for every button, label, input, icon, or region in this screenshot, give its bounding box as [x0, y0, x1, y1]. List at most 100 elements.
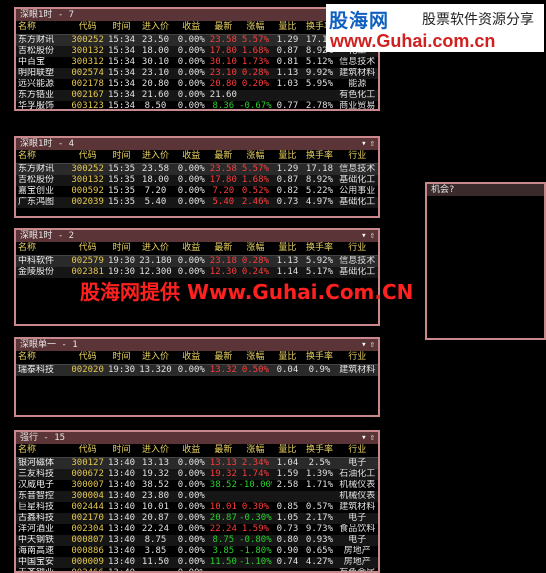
- table-row[interactable]: 东方锆业 002167 15:34 21.60 0.00% 21.60 有色化工: [16, 90, 378, 101]
- column-header[interactable]: 代码: [68, 21, 107, 35]
- column-header[interactable]: 涨幅: [238, 351, 273, 365]
- column-header[interactable]: 量比: [272, 21, 303, 35]
- entry-time: 15:34: [106, 90, 137, 101]
- column-header[interactable]: 量比: [272, 242, 303, 256]
- column-header[interactable]: 量比: [272, 351, 303, 365]
- column-header[interactable]: 涨幅: [238, 444, 273, 458]
- table-row[interactable]: 明阳联塑 002574 15:34 23.10 0.00% 23.10 0.28% 1.13 9…: [16, 68, 378, 79]
- column-header[interactable]: 名称: [16, 21, 69, 35]
- column-header[interactable]: 名称: [16, 444, 69, 458]
- table-row[interactable]: 嘉宝创业 000592 15:35 7.20 0.00% 7.20 0.52% 0.82 5.2…: [16, 186, 378, 197]
- column-header[interactable]: 行业: [336, 150, 378, 164]
- panel-title-4[interactable]: 深眼单一 - 1 ▾ ⇧: [16, 339, 378, 351]
- entry-time: 15:34: [108, 79, 136, 89]
- close-icon[interactable]: ⇧: [370, 433, 375, 443]
- column-header[interactable]: 行业: [336, 444, 378, 458]
- panel-title-3[interactable]: 深眼1时 - 2 ▾ ⇧: [16, 230, 378, 242]
- table-row[interactable]: 洋河酒业 002304 13:40 22.24 0.00% 22.24 1.59% 0.73 9…: [16, 524, 378, 535]
- settings-icon[interactable]: ▾: [361, 139, 366, 149]
- column-header[interactable]: 代码: [68, 150, 107, 164]
- latest-price: 30.10: [209, 57, 237, 67]
- entry-time: 15:35: [106, 197, 137, 208]
- stock-name: 古鑫科技: [16, 513, 69, 524]
- panel-title-1[interactable]: 深眼1时 - 7 ▾⇧: [16, 9, 378, 21]
- table-row[interactable]: 瑞泰科技 002020 19:30 13.320 0.00% 13.32 0.50% 0.04…: [16, 364, 378, 376]
- column-header[interactable]: 行业: [336, 351, 378, 365]
- stock-table: 名称 代码 时间 进入价 收益 最新 涨幅 量比 换手率 行业 瑞泰科技 002020 19:30 13.…: [16, 351, 378, 376]
- column-header[interactable]: 涨幅: [238, 242, 273, 256]
- table-row[interactable]: 广东鸿图 002039 15:35 5.40 0.00% 5.40 2.46% 0.73 4.9…: [16, 197, 378, 208]
- column-header[interactable]: 换手率: [302, 351, 337, 365]
- column-header[interactable]: 代码: [68, 242, 107, 256]
- table-row[interactable]: 东方财讯 300252 15:34 23.50 0.00% 23.58 5.57% 1.29 1…: [16, 34, 378, 46]
- column-header[interactable]: 最新: [208, 444, 239, 458]
- close-icon[interactable]: ⇧: [370, 340, 375, 350]
- table-row[interactable]: 中百宝 300312 15:34 30.10 0.00% 30.10 1.73% 0.81 5.…: [16, 57, 378, 68]
- column-header[interactable]: 名称: [16, 351, 69, 365]
- column-header[interactable]: 进入价: [136, 150, 175, 164]
- column-header[interactable]: 行业: [336, 242, 378, 256]
- column-header[interactable]: 代码: [68, 351, 107, 365]
- table-row[interactable]: 三友科技 000672 13:40 19.32 0.00% 19.32 1.74% 1.59 1…: [16, 469, 378, 480]
- column-header[interactable]: 量比: [272, 150, 303, 164]
- table-row[interactable]: 吉松股份 300132 15:35 18.00 0.00% 17.80 1.68% 0.87 8…: [16, 175, 378, 186]
- table-row[interactable]: 远兴能源 002178 15:34 20.80 0.00% 20.80 0.20% 1.03 5…: [16, 79, 378, 90]
- column-header[interactable]: 代码: [68, 444, 107, 458]
- column-header[interactable]: 收益: [174, 242, 209, 256]
- column-header[interactable]: 换手率: [302, 242, 337, 256]
- table-row[interactable]: 巨星科技 002444 13:40 10.01 0.00% 10.01 0.30% 0.85 0…: [16, 502, 378, 513]
- column-header[interactable]: 时间: [106, 150, 137, 164]
- column-header[interactable]: 涨幅: [238, 150, 273, 164]
- industry: 房地产: [343, 546, 371, 556]
- column-header[interactable]: 时间: [106, 444, 137, 458]
- table-row[interactable]: 中国宝安 000009 13:40 11.50 0.00% 11.50 -1.10% 0.74…: [16, 557, 378, 568]
- column-header[interactable]: 量比: [272, 444, 303, 458]
- column-header[interactable]: 进入价: [136, 21, 175, 35]
- column-header[interactable]: 收益: [174, 444, 209, 458]
- volume-ratio: [272, 491, 303, 502]
- column-header[interactable]: 换手率: [302, 444, 337, 458]
- table-row[interactable]: 中天钢铁 000807 13:40 8.75 0.00% 8.75 -0.80% 0.80 0.…: [16, 535, 378, 546]
- entry-time: 13:40: [108, 524, 136, 534]
- column-header[interactable]: 收益: [174, 351, 209, 365]
- column-header[interactable]: 名称: [16, 150, 69, 164]
- panel-title-side[interactable]: 机会?: [427, 184, 544, 196]
- column-header[interactable]: 进入价: [136, 444, 175, 458]
- settings-icon[interactable]: ▾: [361, 433, 366, 443]
- column-header[interactable]: 时间: [106, 351, 137, 365]
- column-header[interactable]: 收益: [174, 150, 209, 164]
- table-row[interactable]: 天齐锂业 002466 13:40 0.00% 有色金属: [16, 568, 378, 571]
- column-header[interactable]: 最新: [208, 351, 239, 365]
- column-header[interactable]: 换手率: [302, 150, 337, 164]
- close-icon[interactable]: ⇧: [370, 231, 375, 241]
- turnover-rate: 0.65%: [305, 546, 334, 556]
- table-row[interactable]: 古鑫科技 002170 13:40 20.87 0.00% 20.87 -0.30% 1.05…: [16, 513, 378, 524]
- column-header[interactable]: 收益: [174, 21, 209, 35]
- settings-icon[interactable]: ▾: [361, 340, 366, 350]
- column-header[interactable]: 最新: [208, 21, 239, 35]
- change-pct: 1.59%: [241, 524, 269, 534]
- panel-title-2[interactable]: 深眼1时 - 4 ▾ ⇧: [16, 138, 378, 150]
- table-row[interactable]: 东方财讯 300252 15:35 23.58 0.00% 23.58 5.57% 1.29 1…: [16, 163, 378, 175]
- column-header[interactable]: 时间: [106, 21, 137, 35]
- return-pct: 0.00%: [177, 546, 205, 556]
- column-header[interactable]: 名称: [16, 242, 69, 256]
- column-header[interactable]: 最新: [208, 150, 239, 164]
- industry: 建筑材料: [336, 364, 378, 376]
- panel-title-5[interactable]: 强行 - 15 ▾ ⇧: [16, 432, 378, 444]
- table-row[interactable]: 东音智控 300004 13:40 23.80 0.00% 机械仪表: [16, 491, 378, 502]
- table-row[interactable]: 海南高速 000886 13:40 3.85 0.00% 3.85 -1.80% 0.90 0.…: [16, 546, 378, 557]
- column-header[interactable]: 进入价: [136, 351, 175, 365]
- column-header[interactable]: 涨幅: [238, 21, 273, 35]
- table-row[interactable]: 华孚服饰 603123 15:34 8.50 0.00% 8.36 -0.67% 0.77 2.…: [16, 101, 378, 109]
- table-row[interactable]: 汉威电子30000713:4038.520.00%38.52-10.00%2.5…: [16, 480, 378, 491]
- table-row[interactable]: 吉松股份 300132 15:34 18.00 0.00% 17.80 1.68% 0.87 8…: [16, 46, 378, 57]
- column-header[interactable]: 进入价: [136, 242, 175, 256]
- close-icon[interactable]: ⇧: [370, 139, 375, 149]
- table-row[interactable]: 银河磁体 300127 13:40 13.13 0.00% 13.13 2.34% 1.04 2…: [16, 457, 378, 469]
- industry: 电子: [336, 513, 378, 524]
- column-header[interactable]: 时间: [106, 242, 137, 256]
- table-row[interactable]: 中科软件 002579 19:30 23.180 0.00% 23.18 0.28% 1.13…: [16, 255, 378, 267]
- settings-icon[interactable]: ▾: [361, 231, 366, 241]
- column-header[interactable]: 最新: [208, 242, 239, 256]
